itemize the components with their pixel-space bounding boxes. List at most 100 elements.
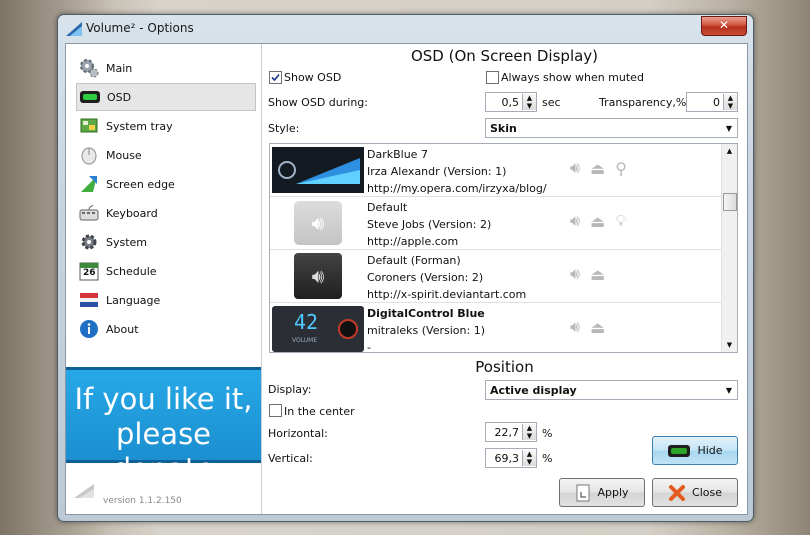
vertical-spinner[interactable]: 69,3 ▲ ▼ xyxy=(485,448,537,468)
sidebar-item-main[interactable]: Main xyxy=(76,55,262,81)
sidebar-item-system-tray[interactable]: System tray xyxy=(76,113,262,139)
scroll-thumb[interactable] xyxy=(723,193,737,211)
close-button-label: Close xyxy=(692,486,722,499)
skin-url: http://apple.com xyxy=(367,235,459,248)
title-bar[interactable]: Volume² - Options ✕ xyxy=(58,15,753,43)
close-button[interactable]: Close xyxy=(652,478,738,507)
skins-scrollbar[interactable]: ▲ ▼ xyxy=(721,144,737,352)
center-label: In the center xyxy=(284,405,355,418)
client-area: Main OSD System tray Mouse Screen edge K… xyxy=(65,43,748,515)
style-select[interactable]: Skin ▼ xyxy=(485,118,738,138)
sidebar-item-screen-edge[interactable]: Screen edge xyxy=(76,171,262,197)
system-icon xyxy=(78,231,100,253)
sidebar-item-about[interactable]: About xyxy=(76,316,262,342)
spinner-arrows-icon[interactable]: ▲ ▼ xyxy=(723,94,737,110)
sidebar-item-language[interactable]: Language xyxy=(76,287,262,313)
hide-button-label: Hide xyxy=(697,444,723,457)
bulb-icon: 💡︎ xyxy=(615,211,627,230)
show-during-label: Show OSD during: xyxy=(268,96,368,109)
speaker-icon: 🔊︎ xyxy=(570,211,581,230)
sidebar-item-label: About xyxy=(106,322,139,336)
skin-thumbnail: 🔊︎ xyxy=(272,200,364,246)
skin-name: Default xyxy=(367,201,408,214)
skin-author: Irza Alexandr (Version: 1) xyxy=(367,165,507,178)
calendar-icon: 26 xyxy=(78,260,100,282)
transparency-value: 0 xyxy=(713,95,720,109)
version-label: version 1.1.2.150 xyxy=(103,496,182,506)
skins-list[interactable]: DarkBlue 7 Irza Alexandr (Version: 1) ht… xyxy=(269,143,738,353)
center-checkbox[interactable] xyxy=(269,404,282,417)
sidebar-item-label: System tray xyxy=(106,119,173,133)
horizontal-label: Horizontal: xyxy=(268,427,328,440)
language-icon xyxy=(78,289,100,311)
horizontal-spinner[interactable]: 22,7 ▲ ▼ xyxy=(485,422,537,442)
transparency-spinner[interactable]: 0 ▲ ▼ xyxy=(686,92,738,112)
osd-panel: OSD (On Screen Display) Show OSD Always … xyxy=(262,44,747,514)
skin-row[interactable]: 🔊︎ Default (Forman) Coroners (Version: 2… xyxy=(270,250,722,303)
apply-document-icon xyxy=(576,484,590,501)
display-select-value: Active display xyxy=(490,383,577,397)
sidebar-item-osd[interactable]: OSD xyxy=(76,83,256,111)
window-close-button[interactable]: ✕ xyxy=(701,16,747,36)
skin-row[interactable]: 🔊︎ Default Steve Jobs (Version: 2) http:… xyxy=(270,197,722,250)
spinner-arrows-icon[interactable]: ▲ ▼ xyxy=(522,94,536,110)
digital-display-label: VOLUME xyxy=(292,337,318,344)
apply-button[interactable]: Apply xyxy=(559,478,645,507)
skin-row[interactable]: 42 VOLUME DigitalControl Blue mitraleks … xyxy=(270,303,722,352)
eject-icon: ⏏ xyxy=(590,158,606,178)
chevron-down-icon: ▼ xyxy=(725,123,733,133)
scroll-up-icon[interactable]: ▲ xyxy=(722,144,737,158)
skin-name: Default (Forman) xyxy=(367,254,461,267)
style-select-value: Skin xyxy=(490,121,517,135)
sidebar-item-label: System xyxy=(106,235,148,249)
horizontal-unit: % xyxy=(542,427,553,440)
spinner-arrows-icon[interactable]: ▲ ▼ xyxy=(522,424,536,440)
spinner-arrows-icon[interactable]: ▲ ▼ xyxy=(522,450,536,466)
donate-banner[interactable]: If you like it, please donate xyxy=(66,367,261,486)
sidebar-item-label: Keyboard xyxy=(106,206,158,220)
gear-icon xyxy=(78,57,100,79)
skin-thumbnail: 🔊︎ xyxy=(272,253,364,299)
skin-author: Coroners (Version: 2) xyxy=(367,271,484,284)
eject-icon: ⏏ xyxy=(590,317,606,337)
speaker-icon: 🔊︎ xyxy=(570,264,581,283)
options-window: Volume² - Options ✕ Main OSD System tray… xyxy=(57,14,754,522)
skin-row[interactable]: DarkBlue 7 Irza Alexandr (Version: 1) ht… xyxy=(270,144,722,197)
screen-edge-icon xyxy=(78,173,100,195)
sidebar-item-label: Mouse xyxy=(106,148,142,162)
sidebar-item-mouse[interactable]: Mouse xyxy=(76,142,262,168)
display-select[interactable]: Active display ▼ xyxy=(485,380,738,400)
window-title: Volume² - Options xyxy=(86,21,194,35)
scroll-down-icon[interactable]: ▼ xyxy=(722,338,737,352)
display-label: Display: xyxy=(268,383,312,396)
hide-button[interactable]: Hide xyxy=(652,436,738,465)
sidebar-item-label: Screen edge xyxy=(106,177,175,191)
keyboard-icon xyxy=(78,202,100,224)
horizontal-value: 22,7 xyxy=(494,425,520,439)
skin-author: Steve Jobs (Version: 2) xyxy=(367,218,492,231)
skin-url: http://x-spirit.deviantart.com xyxy=(367,288,527,301)
sidebar-item-schedule[interactable]: 26 Schedule xyxy=(76,258,262,284)
skin-name: DigitalControl Blue xyxy=(367,307,485,320)
apply-button-label: Apply xyxy=(597,486,629,499)
sidebar-item-keyboard[interactable]: Keyboard xyxy=(76,200,262,226)
sidebar-item-system[interactable]: System xyxy=(76,229,262,255)
always-muted-checkbox[interactable] xyxy=(486,71,499,84)
show-osd-checkbox[interactable] xyxy=(269,71,282,84)
usb-icon: ⚲ xyxy=(615,158,627,178)
sidebar-item-label: OSD xyxy=(107,90,132,104)
skin-author: mitraleks (Version: 1) xyxy=(367,324,486,337)
show-during-spinner[interactable]: 0,5 ▲ ▼ xyxy=(485,92,537,112)
show-during-value: 0,5 xyxy=(501,95,520,109)
style-label: Style: xyxy=(268,122,300,135)
transparency-label: Transparency,%: xyxy=(599,96,691,109)
skin-thumbnail xyxy=(272,147,364,193)
volume-logo-icon xyxy=(74,484,94,498)
speaker-icon: 🔊︎ xyxy=(570,317,581,336)
close-x-icon xyxy=(669,484,686,501)
knob-icon xyxy=(338,319,358,339)
calendar-day: 26 xyxy=(83,268,96,278)
osd-header: OSD (On Screen Display) xyxy=(410,47,599,65)
sidebar-item-label: Language xyxy=(106,293,161,307)
vertical-value: 69,3 xyxy=(494,451,520,465)
